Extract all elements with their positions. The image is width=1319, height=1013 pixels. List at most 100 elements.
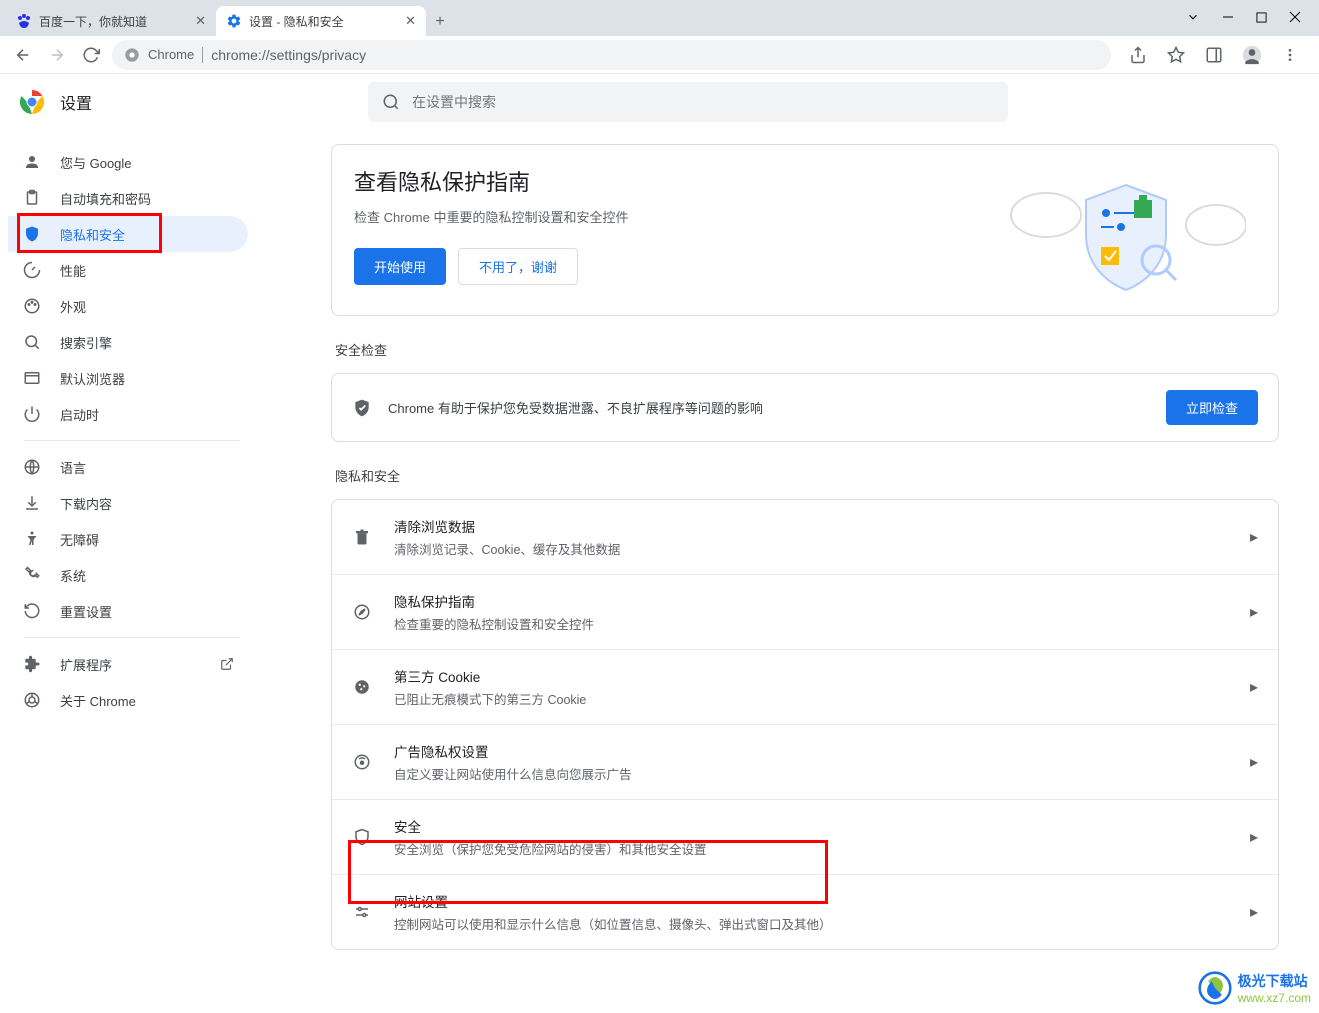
tab-title: 百度一下，你就知道 (39, 13, 147, 30)
power-icon (22, 405, 42, 423)
sidebar-item-extensions[interactable]: 扩展程序 (8, 646, 248, 682)
bookmark-icon[interactable] (1161, 40, 1191, 70)
close-icon[interactable]: ✕ (405, 13, 416, 29)
sidebar-item-search-engine[interactable]: 搜索引擎 (8, 324, 248, 360)
sidebar-item-label: 外观 (60, 297, 86, 316)
sidebar-item-appearance[interactable]: 外观 (8, 288, 248, 324)
dismiss-button[interactable]: 不用了，谢谢 (458, 248, 578, 285)
guide-illustration (996, 165, 1256, 295)
row-title: 隐私保护指南 (394, 591, 1250, 611)
tab-strip: 百度一下，你就知道 ✕ 设置 - 隐私和安全 ✕ + (0, 0, 1319, 36)
url-text: chrome://settings/privacy (211, 47, 366, 63)
start-button[interactable]: 开始使用 (354, 248, 446, 285)
sidebar-item-label: 语言 (60, 458, 86, 477)
browser-tab-2[interactable]: 设置 - 隐私和安全 ✕ (216, 6, 426, 36)
sidebar-item-default-browser[interactable]: 默认浏览器 (8, 360, 248, 396)
profile-icon[interactable] (1237, 40, 1267, 70)
side-panel-icon[interactable] (1199, 40, 1229, 70)
sidebar-item-label: 扩展程序 (60, 655, 112, 674)
watermark-url: www.xz7.com (1238, 991, 1311, 1005)
row-subtitle: 已阻止无痕模式下的第三方 Cookie (394, 689, 1250, 708)
sidebar-item-downloads[interactable]: 下载内容 (8, 485, 248, 521)
row-security[interactable]: 安全安全浏览（保护您免受危险网站的侵害）和其他安全设置 ▸ (332, 800, 1278, 875)
menu-icon[interactable] (1275, 40, 1305, 70)
globe-icon (22, 458, 42, 476)
clipboard-icon (22, 189, 42, 207)
close-icon[interactable]: ✕ (195, 13, 206, 29)
privacy-guide-card: 查看隐私保护指南 检查 Chrome 中重要的隐私控制设置和安全控件 开始使用 … (331, 144, 1279, 316)
chrome-icon (22, 691, 42, 709)
row-site-settings[interactable]: 网站设置控制网站可以使用和显示什么信息（如位置信息、摄像头、弹出式窗口及其他） … (332, 875, 1278, 949)
sidebar-item-accessibility[interactable]: 无障碍 (8, 521, 248, 557)
sidebar-item-label: 搜索引擎 (60, 333, 112, 352)
shield-icon (22, 225, 42, 243)
chrome-logo-icon (20, 90, 44, 114)
sidebar-item-autofill[interactable]: 自动填充和密码 (8, 180, 248, 216)
settings-header: 设置 (0, 74, 1319, 130)
shield-icon (352, 828, 372, 846)
sidebar-item-on-startup[interactable]: 启动时 (8, 396, 248, 432)
row-privacy-guide[interactable]: 隐私保护指南检查重要的隐私控制设置和安全控件 ▸ (332, 575, 1278, 650)
sidebar-item-label: 启动时 (60, 405, 99, 424)
extension-icon (22, 655, 42, 673)
back-button[interactable] (8, 40, 38, 70)
sidebar-item-about[interactable]: 关于 Chrome (8, 682, 248, 718)
wrench-icon (22, 566, 42, 584)
search-input[interactable] (412, 94, 994, 110)
minimize-icon[interactable] (1222, 11, 1234, 23)
accessibility-icon (22, 530, 42, 548)
chrome-icon (124, 47, 140, 63)
download-icon (22, 494, 42, 512)
forward-button[interactable] (42, 40, 72, 70)
row-title: 清除浏览数据 (394, 516, 1250, 536)
chevron-right-icon: ▸ (1250, 902, 1258, 922)
sidebar-item-label: 无障碍 (60, 530, 99, 549)
sidebar-item-label: 系统 (60, 566, 86, 585)
section-label-safety: 安全检查 (335, 340, 1279, 359)
reload-button[interactable] (76, 40, 106, 70)
browser-toolbar: Chrome chrome://settings/privacy (0, 36, 1319, 74)
section-label-privacy: 隐私和安全 (335, 466, 1279, 485)
launch-icon (220, 657, 234, 671)
check-now-button[interactable]: 立即检查 (1166, 390, 1258, 425)
sidebar-item-performance[interactable]: 性能 (8, 252, 248, 288)
safety-text: Chrome 有助于保护您免受数据泄露、不良扩展程序等问题的影响 (388, 398, 1166, 417)
address-bar[interactable]: Chrome chrome://settings/privacy (112, 40, 1111, 70)
settings-content: 查看隐私保护指南 检查 Chrome 中重要的隐私控制设置和安全控件 开始使用 … (256, 74, 1319, 1013)
chevron-down-icon[interactable] (1186, 10, 1200, 24)
row-title: 广告隐私权设置 (394, 741, 1250, 761)
compass-icon (352, 603, 372, 621)
guide-heading: 查看隐私保护指南 (354, 165, 996, 197)
search-icon (22, 333, 42, 351)
trash-icon (352, 528, 372, 546)
palette-icon (22, 297, 42, 315)
browser-tab-1[interactable]: 百度一下，你就知道 ✕ (6, 6, 216, 36)
maximize-icon[interactable] (1256, 12, 1267, 23)
sidebar-item-label: 性能 (60, 261, 86, 280)
tab-title: 设置 - 隐私和安全 (249, 13, 344, 30)
sidebar-item-languages[interactable]: 语言 (8, 449, 248, 485)
row-title: 第三方 Cookie (394, 666, 1250, 686)
share-icon[interactable] (1123, 40, 1153, 70)
watermark: 极光下载站 www.xz7.com (1198, 971, 1311, 1005)
row-clear-browsing-data[interactable]: 清除浏览数据清除浏览记录、Cookie、缓存及其他数据 ▸ (332, 500, 1278, 575)
row-cookies[interactable]: 第三方 Cookie已阻止无痕模式下的第三方 Cookie ▸ (332, 650, 1278, 725)
settings-sidebar: 您与 Google 自动填充和密码 隐私和安全 性能 外观 搜索引擎 默认浏览器… (0, 74, 256, 1013)
baidu-favicon (16, 13, 32, 29)
shield-check-icon (352, 398, 372, 418)
row-subtitle: 安全浏览（保护您免受危险网站的侵害）和其他安全设置 (394, 839, 1250, 858)
browser-icon (22, 369, 42, 387)
sidebar-divider (24, 440, 240, 441)
new-tab-button[interactable]: + (426, 8, 454, 36)
row-subtitle: 清除浏览记录、Cookie、缓存及其他数据 (394, 539, 1250, 558)
sidebar-item-reset[interactable]: 重置设置 (8, 593, 248, 629)
sidebar-item-privacy[interactable]: 隐私和安全 (8, 216, 248, 252)
row-ad-privacy[interactable]: 广告隐私权设置自定义要让网站使用什么信息向您展示广告 ▸ (332, 725, 1278, 800)
guide-description: 检查 Chrome 中重要的隐私控制设置和安全控件 (354, 207, 996, 226)
settings-search[interactable] (368, 82, 1008, 122)
origin-label: Chrome (148, 47, 194, 62)
sidebar-item-you-and-google[interactable]: 您与 Google (8, 144, 248, 180)
sidebar-item-system[interactable]: 系统 (8, 557, 248, 593)
close-window-icon[interactable] (1289, 11, 1301, 23)
sidebar-item-label: 重置设置 (60, 602, 112, 621)
